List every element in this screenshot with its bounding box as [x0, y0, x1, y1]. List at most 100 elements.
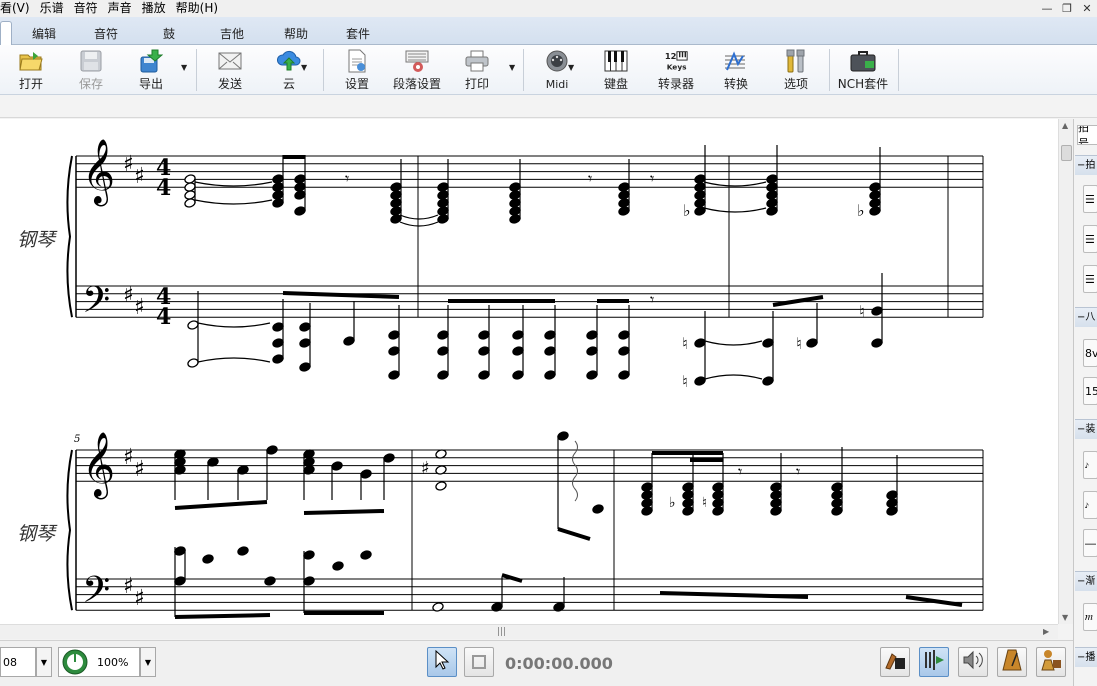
panel-section-header[interactable]: −播 [1075, 647, 1097, 667]
paragraph-settings-button[interactable]: 段落设置 [391, 48, 443, 92]
notehead [762, 376, 774, 386]
notehead [586, 370, 598, 380]
tab-suite[interactable]: 套件 [338, 21, 378, 45]
time-signature-option[interactable]: ☰ [1083, 185, 1097, 213]
save-disk-icon [78, 49, 104, 73]
ornament-button[interactable]: ― [1083, 529, 1097, 557]
zoom-dial-icon [61, 648, 89, 676]
time-signature-option[interactable]: ☰ [1083, 225, 1097, 253]
sharp-icon: ♯ [123, 445, 134, 470]
piano-keyboard-icon [603, 49, 629, 73]
converter-button[interactable]: 12 Keys 转录器 [650, 48, 702, 92]
zoom-combo[interactable]: 100% [58, 647, 140, 677]
notehead [544, 370, 556, 380]
settings-button[interactable]: 设置 [331, 48, 383, 92]
ornament-button[interactable]: 𝆔 [1083, 491, 1097, 519]
scroll-right-icon[interactable]: ▶ [1043, 627, 1049, 636]
print-dropdown-icon[interactable]: ▼ [509, 63, 515, 72]
score-canvas[interactable]: 𝄾 𝄾 𝄾 ♭ ♭ 𝄾 ♮ ♮ ♮ ♮ ♯ ♭ ♮ 𝄾 𝄾 𝄞 𝄢 𝄞 𝄢 ♯ ♯ ♯ ♯ ♯ ♯ ♯ ♯ … [0, 119, 1058, 624]
note-beam [905, 595, 963, 607]
tab-file[interactable] [0, 21, 12, 45]
notehead [237, 546, 249, 556]
notehead [478, 370, 490, 380]
playback-cursor-button[interactable] [919, 647, 949, 677]
open-button[interactable]: 打开 [5, 48, 57, 92]
notehead [641, 506, 653, 516]
instrument-label: 钢琴 [17, 523, 58, 545]
notehead [553, 602, 565, 612]
toolbar-separator [523, 49, 524, 91]
ottava-15ma-button[interactable]: 15 [1083, 377, 1097, 405]
performer-icon [1039, 648, 1063, 676]
scroll-grip-icon[interactable]: ||| [497, 627, 506, 637]
options-button[interactable]: 选项 [770, 48, 822, 92]
ornament-button[interactable]: 𝆔 [1083, 451, 1097, 479]
menu-play[interactable]: 播放 [137, 0, 171, 17]
nch-suite-button[interactable]: NCH套件 [837, 48, 889, 92]
save-button[interactable]: 保存 [65, 48, 117, 92]
minimize-icon[interactable]: — [1037, 0, 1057, 17]
restore-icon[interactable]: ❐ [1057, 0, 1077, 17]
position-combo[interactable]: 08 [0, 647, 36, 677]
notehead [586, 346, 598, 356]
export-button[interactable]: 导出 [125, 48, 177, 92]
stop-button[interactable] [464, 647, 494, 677]
volume-button[interactable] [958, 647, 988, 677]
notehead [299, 338, 311, 348]
notehead [437, 330, 449, 340]
tab-drum[interactable]: 鼓 [154, 21, 184, 45]
convert-button[interactable]: 转换 [710, 48, 762, 92]
notehead [435, 481, 447, 491]
notehead [432, 602, 444, 612]
measure-number: 5 [74, 434, 80, 445]
scroll-down-icon[interactable]: ▼ [1062, 613, 1068, 622]
tab-time-signature[interactable]: 拍号 [1077, 125, 1097, 145]
print-button[interactable]: 打印 [451, 48, 503, 92]
close-icon[interactable]: ✕ [1077, 0, 1097, 17]
chevron-down-icon[interactable]: ▼ [36, 647, 52, 677]
natural-icon: ♮ [682, 372, 688, 391]
horizontal-scrollbar[interactable]: ||| ▶ [0, 624, 1058, 639]
panel-section-header[interactable]: −装 [1075, 419, 1097, 439]
note-beam [772, 295, 824, 307]
vertical-scrollbar[interactable]: ▲ ▼ [1058, 119, 1073, 624]
midi-button[interactable]: Midi [531, 48, 583, 92]
dynamics-button[interactable]: 𝆐 [1083, 603, 1097, 631]
tab-edit[interactable]: 编辑 [24, 21, 64, 45]
send-button[interactable]: 发送 [204, 48, 256, 92]
menu-view[interactable]: 看(V) [0, 0, 35, 17]
panel-section-header[interactable]: −八 [1075, 307, 1097, 327]
tab-guitar[interactable]: 吉他 [212, 21, 252, 45]
panel-section-header[interactable]: −渐 [1075, 571, 1097, 591]
time-signature-option[interactable]: ☰ [1083, 265, 1097, 293]
menu-sound[interactable]: 声音 [103, 0, 137, 17]
notehead [264, 576, 276, 586]
time-signature-bottom: 4 [156, 304, 171, 330]
sharp-icon: ♯ [134, 295, 145, 320]
tab-help[interactable]: 帮助 [276, 21, 316, 45]
export-dropdown-icon[interactable]: ▼ [181, 63, 187, 72]
ribbon-tab-bar: 编辑 音符 鼓 吉他 帮助 套件 [0, 17, 1097, 45]
panel-section-header[interactable]: −拍 [1075, 155, 1097, 175]
instrument-button[interactable] [880, 647, 910, 677]
notehead [202, 554, 214, 564]
cloud-dropdown-icon[interactable]: ▼ [301, 63, 307, 72]
metronome-button[interactable] [997, 647, 1027, 677]
sub-toolbar-strip [0, 96, 1097, 118]
select-pointer-button[interactable] [427, 647, 457, 677]
chevron-down-icon[interactable]: ▼ [140, 647, 156, 677]
sharp-icon: ♯ [134, 457, 145, 482]
menu-note[interactable]: 音符 [69, 0, 103, 17]
notehead [512, 370, 524, 380]
ensemble-button[interactable] [1036, 647, 1066, 677]
menu-help[interactable]: 帮助(H) [171, 0, 223, 17]
keyboard-button[interactable]: 键盘 [590, 48, 642, 92]
scroll-up-icon[interactable]: ▲ [1062, 121, 1068, 130]
ottava-8va-button[interactable]: 8v [1083, 339, 1097, 367]
vertical-scroll-thumb[interactable] [1061, 145, 1072, 161]
notehead [388, 370, 400, 380]
tab-note[interactable]: 音符 [86, 21, 126, 45]
menu-score[interactable]: 乐谱 [35, 0, 69, 17]
midi-dropdown-icon[interactable]: ▼ [568, 63, 574, 72]
cloud-button[interactable]: 云 [263, 48, 315, 92]
